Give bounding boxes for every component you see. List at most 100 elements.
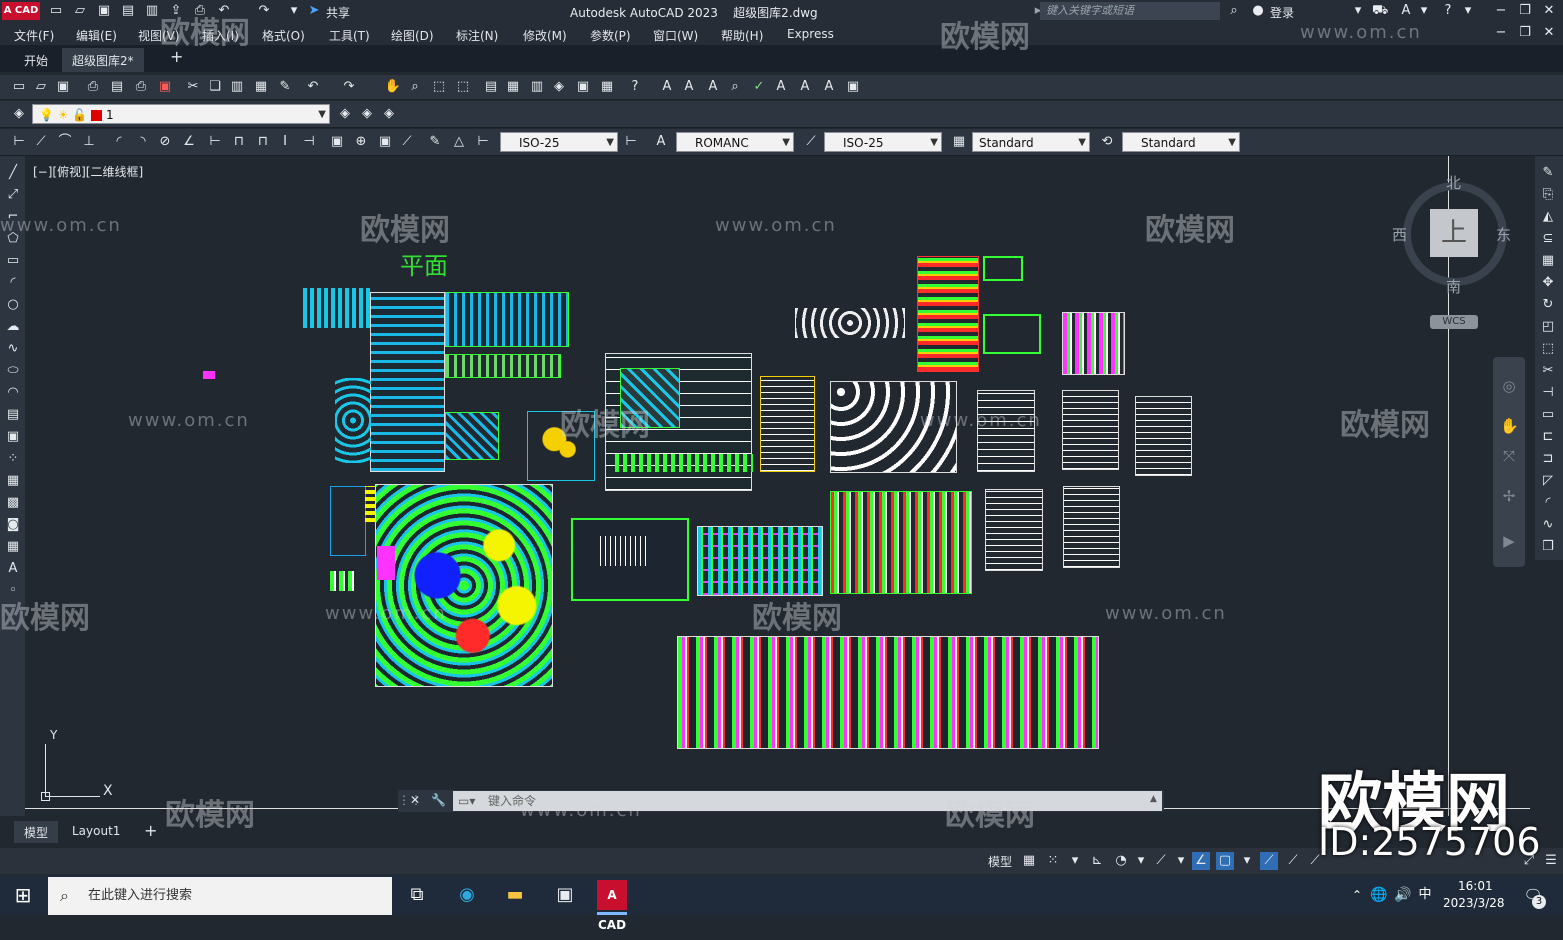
copy-object-icon[interactable]: ⎘ bbox=[1539, 186, 1557, 204]
offset-icon[interactable]: ⊆ bbox=[1539, 230, 1557, 248]
dim-style-dropdown[interactable]: ISO-25 ▼ bbox=[500, 132, 618, 152]
spline-icon[interactable]: ∿ bbox=[4, 340, 22, 358]
model-space-button[interactable]: 模型 bbox=[988, 853, 1012, 870]
restore-icon[interactable]: ❐ bbox=[1514, 2, 1536, 20]
dim-ordinate-icon[interactable]: ⊥ bbox=[80, 133, 98, 151]
jogged-linear-icon[interactable]: ⟋ bbox=[398, 133, 416, 151]
menu-help[interactable]: 帮助(H) bbox=[721, 27, 763, 44]
menu-tools[interactable]: 工具(T) bbox=[329, 27, 370, 44]
zoom-extents-icon[interactable]: ⤧ bbox=[1500, 447, 1518, 465]
viewcube-top-face[interactable]: 上 bbox=[1430, 209, 1478, 257]
text-scale-icon[interactable]: A bbox=[772, 78, 790, 96]
plot-style-icon[interactable]: ⟲ bbox=[1098, 133, 1116, 151]
text-frame-icon[interactable]: ▣ bbox=[844, 78, 862, 96]
dim-text-edit-icon[interactable]: △ bbox=[450, 133, 468, 151]
taskbar-search-input[interactable]: ⌕ 在此键入进行搜索 bbox=[48, 877, 392, 915]
arc-icon[interactable]: ◜ bbox=[4, 274, 22, 292]
construction-line-icon[interactable]: ⤢ bbox=[4, 186, 22, 204]
tab-model[interactable]: 模型 bbox=[14, 821, 59, 843]
dim-style-manager-icon[interactable]: ⊢ bbox=[622, 133, 640, 151]
wcs-menu-button[interactable]: WCS bbox=[1430, 315, 1478, 329]
hatch-icon[interactable]: ▦ bbox=[4, 472, 22, 490]
compass-west[interactable]: 西 bbox=[1392, 224, 1407, 245]
command-history-icon[interactable]: ▲ bbox=[1150, 794, 1157, 804]
point-icon[interactable]: ⁘ bbox=[4, 450, 22, 468]
doc-restore-icon[interactable]: ❐ bbox=[1514, 24, 1536, 42]
menu-express[interactable]: Express bbox=[787, 27, 834, 41]
menu-dimension[interactable]: 标注(N) bbox=[456, 27, 498, 44]
layer-previous-icon[interactable]: ◈ bbox=[358, 105, 376, 123]
erase-icon[interactable]: ✎ bbox=[1539, 164, 1557, 182]
redo-icon[interactable]: ↷ bbox=[256, 3, 272, 19]
plot-style-dropdown[interactable]: Standard ▼ bbox=[1122, 132, 1240, 152]
dim-angular-icon[interactable]: ∠ bbox=[180, 133, 198, 151]
paste-icon[interactable]: ▥ bbox=[228, 78, 246, 96]
open-web-icon[interactable]: ▥ bbox=[144, 3, 160, 19]
auto-scale-icon[interactable]: ⟋ bbox=[1284, 852, 1302, 870]
publish-icon[interactable]: ⎙ bbox=[132, 78, 150, 96]
menu-format[interactable]: 格式(O) bbox=[262, 27, 305, 44]
doc-close-icon[interactable]: ✕ bbox=[1538, 24, 1560, 42]
dim-linear-icon[interactable]: ⊢ bbox=[10, 133, 28, 151]
redo-tb-icon[interactable]: ↷ bbox=[340, 78, 358, 96]
chamfer-icon[interactable]: ◸ bbox=[1539, 472, 1557, 490]
fillet-icon[interactable]: ◜ bbox=[1539, 494, 1557, 512]
windows-start-icon[interactable]: ⊞ bbox=[12, 884, 34, 906]
save-file-icon[interactable]: ▣ bbox=[54, 78, 72, 96]
menu-file[interactable]: 文件(F) bbox=[14, 27, 54, 44]
help-tb-icon[interactable]: ? bbox=[626, 78, 644, 96]
text-icon[interactable]: A bbox=[658, 78, 676, 96]
find-text-icon[interactable]: ⌕ bbox=[726, 78, 744, 96]
menu-edit[interactable]: 编辑(E) bbox=[76, 27, 117, 44]
snap-dropdown-icon[interactable]: ▾ bbox=[1066, 852, 1084, 870]
circle-icon[interactable]: ○ bbox=[4, 296, 22, 314]
dim-diameter-icon[interactable]: ⊘ bbox=[156, 133, 174, 151]
calculator-icon[interactable]: ▦ bbox=[598, 78, 616, 96]
insert-block-icon[interactable]: ▤ bbox=[4, 406, 22, 424]
object-snap-icon[interactable]: ▢ bbox=[1216, 852, 1234, 870]
showmotion-icon[interactable]: ▶ bbox=[1500, 532, 1518, 550]
scale-icon[interactable]: ◰ bbox=[1539, 318, 1557, 336]
center-mark-icon[interactable]: ⊕ bbox=[352, 133, 370, 151]
table-style-icon[interactable]: ▦ bbox=[950, 133, 968, 151]
help-search-input[interactable]: 键入关键字或短语 bbox=[1040, 2, 1220, 20]
minimize-icon[interactable]: − bbox=[1490, 2, 1512, 20]
quick-dim-icon[interactable]: ⊢ bbox=[206, 133, 224, 151]
command-close-icon[interactable]: ✕ bbox=[410, 793, 420, 807]
dim-jogged-icon[interactable]: ◝ bbox=[134, 133, 152, 151]
layer-state-icon[interactable]: ◈ bbox=[380, 105, 398, 123]
multileader-style-dropdown[interactable]: ISO-25 ▼ bbox=[824, 132, 942, 152]
ellipse-icon[interactable]: ⬭ bbox=[4, 362, 22, 380]
ellipse-arc-icon[interactable]: ◠ bbox=[4, 384, 22, 402]
zoom-previous-icon[interactable]: ⬚ bbox=[454, 78, 472, 96]
explode-icon[interactable]: ❒ bbox=[1539, 538, 1557, 556]
design-center-icon[interactable]: ▦ bbox=[504, 78, 522, 96]
text-style-dropdown[interactable]: ROMANC ▼ bbox=[676, 132, 794, 152]
text-convert-icon[interactable]: A bbox=[820, 78, 838, 96]
task-view-icon[interactable]: ⧉ bbox=[402, 880, 432, 910]
layer-dropdown[interactable]: 💡 ☀ 🔓 1 ▼ bbox=[32, 104, 330, 124]
grid-icon[interactable]: ▦ bbox=[1020, 852, 1038, 870]
region-icon[interactable]: ◙ bbox=[4, 516, 22, 534]
menu-draw[interactable]: 绘图(D) bbox=[391, 27, 434, 44]
viewport-controls[interactable]: [−][俯视][二维线框] bbox=[33, 163, 143, 180]
tab-drawing[interactable]: 超级图库2* bbox=[62, 48, 144, 72]
pan-hand-icon[interactable]: ✋ bbox=[1500, 417, 1519, 435]
drawing-canvas[interactable]: [−][俯视][二维线框] 平面 上 北 南 东 西 WCS ◎ ✋ ⤧ ✢ ▶… bbox=[25, 156, 1535, 816]
login-dropdown-icon[interactable]: ▾ bbox=[1350, 3, 1366, 19]
save-as-icon[interactable]: ▤ bbox=[120, 3, 136, 19]
add-layout-button[interactable]: + bbox=[134, 821, 167, 843]
cart-icon[interactable]: ⛟ bbox=[1372, 3, 1388, 19]
close-icon[interactable]: ✕ bbox=[1538, 2, 1560, 20]
autocad-logo[interactable]: A CAD bbox=[2, 2, 40, 20]
text-underline-icon[interactable]: A bbox=[680, 78, 698, 96]
share-button[interactable]: 共享 bbox=[326, 4, 350, 21]
break-point-icon[interactable]: ▭ bbox=[1539, 406, 1557, 424]
search-icon[interactable]: ⌕ bbox=[1226, 3, 1242, 19]
rotate-icon[interactable]: ↻ bbox=[1539, 296, 1557, 314]
polar-icon[interactable]: ◔ bbox=[1112, 852, 1130, 870]
move-icon[interactable]: ✥ bbox=[1539, 274, 1557, 292]
dim-radius-icon[interactable]: ◜ bbox=[110, 133, 128, 151]
break-icon[interactable]: ⊏ bbox=[1539, 428, 1557, 446]
ortho-icon[interactable]: ⊾ bbox=[1088, 852, 1106, 870]
